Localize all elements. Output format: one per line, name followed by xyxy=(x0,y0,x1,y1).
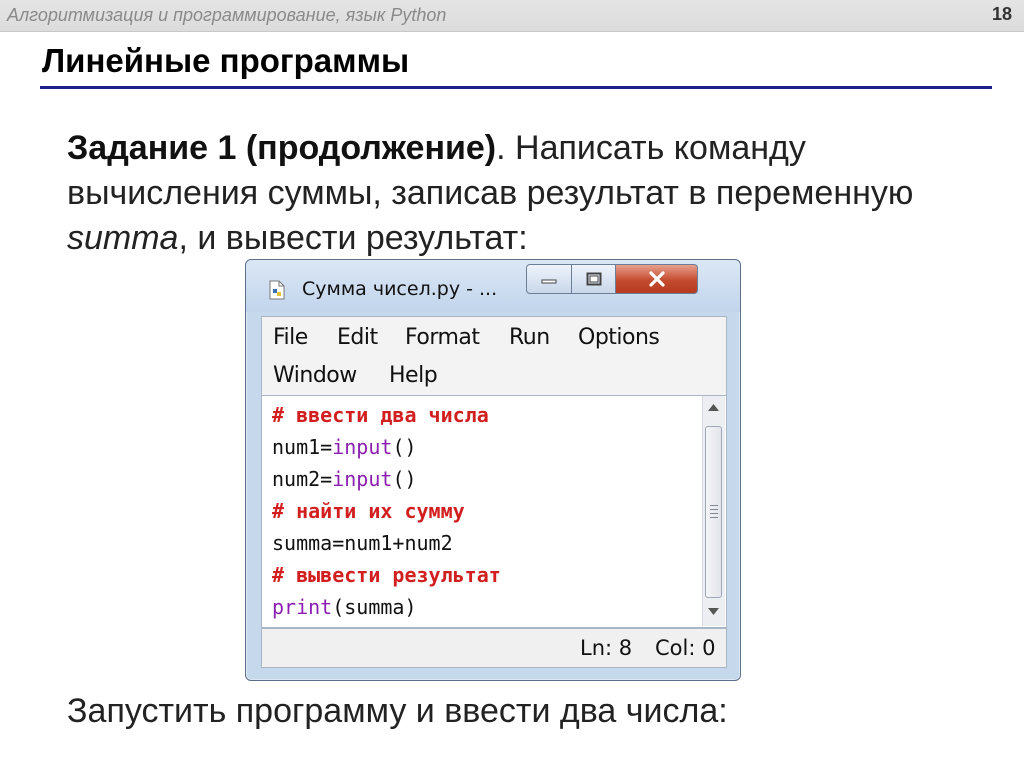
code-line: summa=num1+num2 xyxy=(272,531,453,555)
menu-file[interactable]: File xyxy=(273,325,308,350)
slide-title: Линейные программы xyxy=(42,42,410,79)
status-column: Col: 0 xyxy=(655,636,716,660)
menu-format[interactable]: Format xyxy=(405,325,480,350)
code-line: num2=input() xyxy=(272,467,417,491)
minimize-icon xyxy=(541,279,557,284)
menu-options[interactable]: Options xyxy=(578,325,660,350)
course-title: Алгоритмизация и программирование, язык … xyxy=(7,5,447,25)
code-line: num1=input() xyxy=(272,435,417,459)
task-text: Задание 1 (продолжение). Написать команд… xyxy=(67,126,967,261)
maximize-button[interactable] xyxy=(572,264,616,294)
minimize-button[interactable] xyxy=(526,264,572,294)
code-line: print(summa) xyxy=(272,595,417,619)
instruction-text: Запустить программу и ввести два числа: xyxy=(67,692,728,730)
close-button[interactable] xyxy=(616,264,698,294)
code-text: () xyxy=(392,467,417,491)
code-keyword: print xyxy=(272,595,333,619)
scroll-grip-icon xyxy=(710,505,718,521)
page-number: 18 xyxy=(991,4,1012,24)
status-bar: Ln: 8 Col: 0 xyxy=(261,628,727,668)
menu-run[interactable]: Run xyxy=(509,325,550,350)
vertical-scrollbar[interactable] xyxy=(702,396,725,626)
code-line: # вывести результат xyxy=(272,563,501,587)
menu-edit[interactable]: Edit xyxy=(337,325,378,350)
menu-bar: File Edit Format Run Options Window Help xyxy=(261,316,727,396)
task-label: Задание 1 (продолжение) xyxy=(67,129,497,167)
code-text: () xyxy=(392,435,417,459)
maximize-icon xyxy=(586,272,601,286)
code-text: (summa) xyxy=(332,595,417,619)
code-line: # ввести два числа xyxy=(272,403,489,427)
menu-help[interactable]: Help xyxy=(389,363,438,388)
task-variable: summa xyxy=(67,219,179,257)
window-titlebar[interactable]: Сумма чисел.py - ... xyxy=(246,260,740,312)
code-line: # найти их сумму xyxy=(272,499,465,523)
code-keyword: input xyxy=(332,467,393,491)
code-text: num1= xyxy=(272,435,333,459)
status-line: Ln: 8 xyxy=(580,636,633,660)
task-text-part2: , и вывести результат: xyxy=(178,219,528,257)
window-title: Сумма чисел.py - ... xyxy=(302,278,498,300)
title-underline xyxy=(40,86,992,89)
code-text: num2= xyxy=(272,467,333,491)
menu-window[interactable]: Window xyxy=(273,363,357,388)
close-icon xyxy=(648,271,665,287)
slide-header: Алгоритмизация и программирование, язык … xyxy=(0,0,1024,32)
code-keyword: input xyxy=(332,435,393,459)
idle-editor-window: Сумма чисел.py - ... File Edit Format Ru… xyxy=(245,259,741,681)
python-file-icon xyxy=(269,280,285,300)
code-editor[interactable]: # ввести два числа num1=input() num2=inp… xyxy=(261,396,727,628)
scroll-thumb[interactable] xyxy=(705,426,722,598)
scroll-down-arrow-icon[interactable] xyxy=(708,608,719,615)
scroll-up-arrow-icon[interactable] xyxy=(708,404,719,411)
